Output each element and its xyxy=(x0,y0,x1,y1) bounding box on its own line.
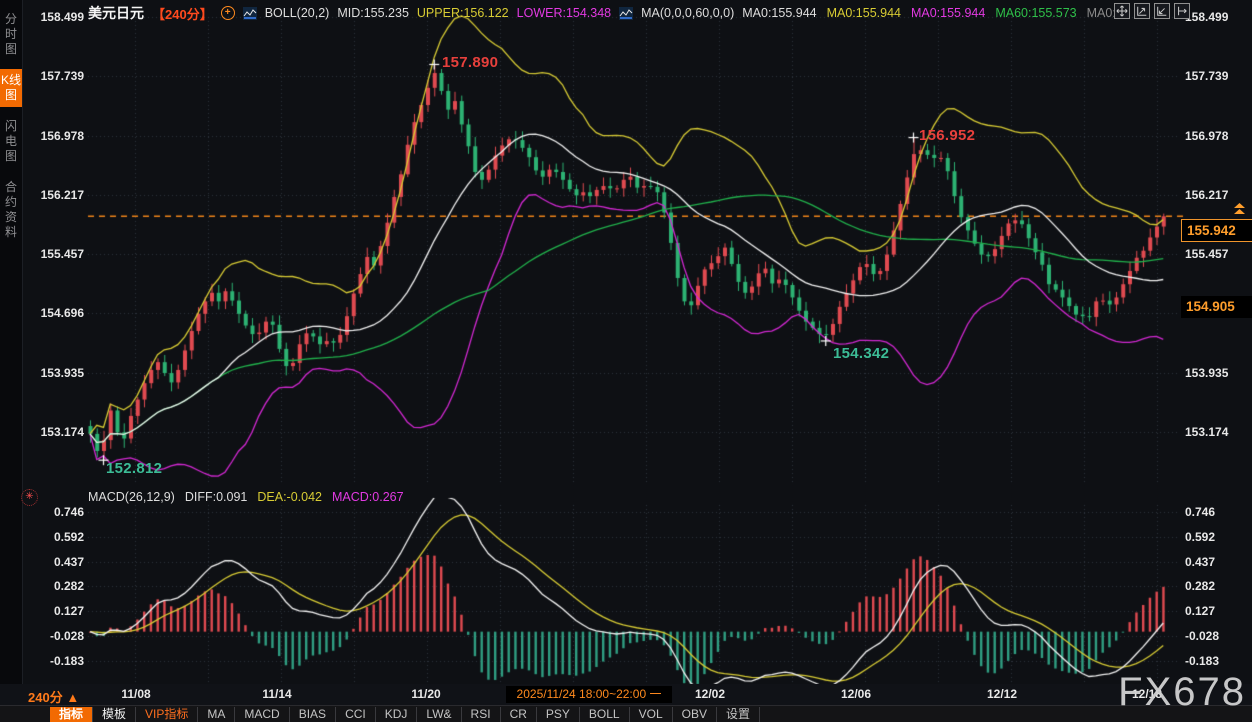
macd-params-label: MACD(26,12,9) xyxy=(88,490,175,504)
toolbar-item-MACD[interactable]: MACD xyxy=(235,707,289,722)
price-annotation-154.342: 154.342 xyxy=(833,345,889,362)
macd-diff-value: DIFF:0.091 xyxy=(185,490,248,504)
price-axis-label-right: 155.457 xyxy=(1185,247,1247,261)
crosshair-circle-icon[interactable]: + xyxy=(221,6,235,20)
macd-axis-label-right: 0.127 xyxy=(1185,604,1247,618)
move-icon[interactable] xyxy=(1114,3,1130,19)
macd-dea-value: DEA:-0.042 xyxy=(257,490,322,504)
price-annotation-152.812: 152.812 xyxy=(106,460,162,477)
macd-axis-label-left: 0.437 xyxy=(26,555,84,569)
mini-chart-icon[interactable] xyxy=(243,7,257,20)
macd-axis-label-left: 0.282 xyxy=(26,579,84,593)
price-axis-label-right: 156.217 xyxy=(1185,188,1247,202)
left-sidebar: 分时图 K线图闪电图合约资料 xyxy=(0,0,23,722)
zoom-in-chart-icon[interactable] xyxy=(1134,3,1150,19)
price-axis-label-left: 153.174 xyxy=(26,425,84,439)
date-tick-11/14: 11/14 xyxy=(247,687,307,701)
ma-value-3: MA0:155.944 xyxy=(911,6,985,20)
macd-axis-label-right: -0.183 xyxy=(1185,654,1247,668)
macd-axis-label-left: 0.592 xyxy=(26,530,84,544)
sidebar-item-4[interactable]: 合约资料 xyxy=(0,176,22,244)
caret-up-icon: ▲ xyxy=(66,690,79,705)
chart-app: 分时图 K线图闪电图合约资料 美元日元 【240分】 + BOLL(20,2) M… xyxy=(0,0,1252,722)
price-annotation-157.890: 157.890 xyxy=(442,54,498,71)
mini-chart-icon[interactable] xyxy=(619,7,633,20)
price-axis-label-left: 156.978 xyxy=(26,129,84,143)
sidebar-item-1[interactable]: 分时图 xyxy=(0,8,22,61)
toolbar-item-模板[interactable]: 模板 xyxy=(93,707,136,722)
price-axis-label-right: 157.739 xyxy=(1185,69,1247,83)
toolbar-item-PSY[interactable]: PSY xyxy=(537,707,580,722)
toolbar-item-CR[interactable]: CR xyxy=(501,707,537,722)
toolbar-item-CCI[interactable]: CCI xyxy=(336,707,376,722)
indicator-settings-icon[interactable]: ✳ xyxy=(21,489,38,506)
toolbar-item-VOL[interactable]: VOL xyxy=(630,707,673,722)
macd-macd-value: MACD:0.267 xyxy=(332,490,404,504)
price-axis-label-left: 158.499 xyxy=(26,10,84,24)
toolbar-item-BOLL[interactable]: BOLL xyxy=(580,707,630,722)
macd-axis-label-right: -0.028 xyxy=(1185,629,1247,643)
zoom-out-chart-icon[interactable] xyxy=(1154,3,1170,19)
toolbar-item-KDJ[interactable]: KDJ xyxy=(376,707,418,722)
timeframe-selector[interactable]: 240分 ▲ xyxy=(28,687,79,706)
macd-axis-label-left: 0.746 xyxy=(26,505,84,519)
ma-value-2: MA0:155.944 xyxy=(827,6,901,20)
macd-axis-label-right: 0.592 xyxy=(1185,530,1247,544)
watermark: FX678 xyxy=(1118,670,1246,715)
boll-upper-value: UPPER:156.122 xyxy=(417,6,509,20)
bottom-toolbar: 指标模板VIP指标MAMACDBIASCCIKDJLW&RSICRPSYBOLL… xyxy=(0,705,1252,722)
sidebar-item-3[interactable]: 闪电图 xyxy=(0,115,22,168)
price-axis-label-left: 155.457 xyxy=(26,247,84,261)
macd-axis-label-left: -0.028 xyxy=(26,629,84,643)
boll-label: BOLL(20,2) xyxy=(265,6,330,20)
chart-canvas[interactable] xyxy=(0,0,1252,722)
macd-axis-label-right: 0.282 xyxy=(1185,579,1247,593)
date-tick-11/20: 11/20 xyxy=(396,687,456,701)
price-axis-label-right: 158.499 xyxy=(1185,10,1247,24)
toolbar-item-OBV[interactable]: OBV xyxy=(673,707,717,722)
ma-values: MA0:155.944 MA0:155.944 MA0:155.944 MA60:15… xyxy=(742,6,1116,20)
toolbar-item-设置[interactable]: 设置 xyxy=(717,707,760,722)
period-tag: 【240分】 xyxy=(152,4,213,23)
macd-axis-label-left: 0.127 xyxy=(26,604,84,618)
price-axis-label-left: 156.217 xyxy=(26,188,84,202)
boll-lower-value: LOWER:154.348 xyxy=(517,6,612,20)
price-annotation-156.952: 156.952 xyxy=(919,127,975,144)
price-axis-label-right: 153.935 xyxy=(1185,366,1247,380)
double-up-arrow-icon xyxy=(1233,203,1246,221)
date-tick-12/12: 12/12 xyxy=(972,687,1032,701)
macd-axis-label-right: 0.746 xyxy=(1185,505,1247,519)
toolbar-item-BIAS[interactable]: BIAS xyxy=(290,707,336,722)
macd-legend: MACD(26,12,9) DIFF:0.091 DEA:-0.042 MACD… xyxy=(88,490,404,504)
macd-axis-label-right: 0.437 xyxy=(1185,555,1247,569)
selected-candle-time-label: 2025/11/24 18:00~22:00 一 xyxy=(506,686,672,703)
price-axis-label-left: 157.739 xyxy=(26,69,84,83)
toolbar-item-VIP指标[interactable]: VIP指标 xyxy=(136,707,198,722)
toolbar-item-LW&[interactable]: LW& xyxy=(417,707,461,722)
price-axis-label-left: 154.696 xyxy=(26,306,84,320)
toolbar-item-指标[interactable]: 指标 xyxy=(50,707,93,722)
macd-axis-label-left: -0.183 xyxy=(26,654,84,668)
toolbar-item-RSI[interactable]: RSI xyxy=(462,707,501,722)
toolbar-item-MA[interactable]: MA xyxy=(198,707,235,722)
date-tick-12/06: 12/06 xyxy=(826,687,886,701)
prev-price-box: 154.905 xyxy=(1181,296,1252,318)
chart-tool-icons xyxy=(1114,3,1190,19)
ma-value-1: MA0:155.944 xyxy=(742,6,816,20)
export-icon[interactable] xyxy=(1174,3,1190,19)
price-axis-label-right: 153.174 xyxy=(1185,425,1247,439)
ma-value-4: MA60:155.573 xyxy=(995,6,1076,20)
price-axis-label-left: 153.935 xyxy=(26,366,84,380)
last-price-box: 155.942 xyxy=(1181,219,1252,242)
ma-params-label: MA(0,0,0,60,0,0) xyxy=(641,6,734,20)
sidebar-item-2[interactable]: K线图 xyxy=(0,69,22,107)
price-axis-label-right: 156.978 xyxy=(1185,129,1247,143)
symbol-title: 美元日元 xyxy=(88,3,144,23)
boll-mid-value: MID:155.235 xyxy=(337,6,409,20)
date-tick-12/02: 12/02 xyxy=(680,687,740,701)
chart-legend: 美元日元 【240分】 + BOLL(20,2) MID:155.235 UPP… xyxy=(88,3,1116,23)
date-tick-11/08: 11/08 xyxy=(106,687,166,701)
ma-value-5: MA0: xyxy=(1087,6,1116,20)
